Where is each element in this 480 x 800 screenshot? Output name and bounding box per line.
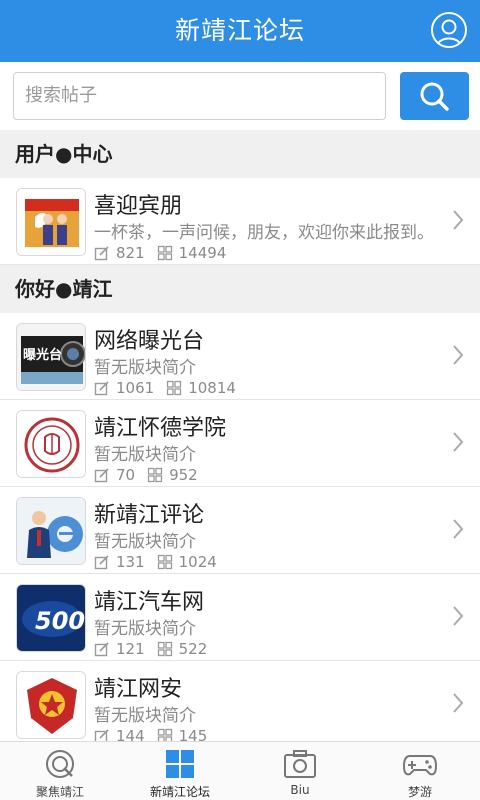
thread-count: 14494 — [178, 244, 227, 262]
thread-count-icon — [157, 641, 172, 657]
forum-thumbnail — [16, 410, 86, 478]
post-count-icon — [94, 381, 109, 396]
post-count-icon — [94, 246, 109, 261]
post-count: 821 — [116, 244, 145, 262]
search-icon — [420, 82, 449, 111]
forum-thumbnail — [16, 497, 86, 565]
forum-thumbnail: 曝光台 — [16, 323, 86, 391]
nav-label: 新靖江论坛 — [149, 785, 210, 799]
nav-item-forum[interactable]: 新靖江论坛 — [120, 742, 240, 800]
forum-item[interactable]: 靖江网安 暂无版块简介 144 145 — [0, 661, 480, 748]
nav-label: Biu — [290, 783, 310, 797]
chevron-right-icon — [453, 606, 464, 626]
forum-name: 靖江汽车网 — [94, 590, 205, 615]
thread-count: 10814 — [188, 379, 236, 397]
thread-count: 1024 — [178, 553, 217, 571]
forum-thumbnail — [16, 188, 86, 256]
post-count: 1061 — [116, 379, 155, 397]
bottom-nav: 聚焦靖江 新靖江论坛 Biu 梦游 — [0, 741, 480, 800]
nav-item-focus[interactable]: 聚焦靖江 — [0, 742, 120, 800]
nav-item-dream[interactable]: 梦游 — [360, 742, 480, 800]
section-header-user-center: 用户●中心 — [0, 130, 480, 178]
forum-description: 暂无版块简介 — [94, 445, 196, 465]
post-count: 121 — [116, 640, 145, 658]
grid-icon — [166, 750, 194, 778]
post-count-icon — [94, 555, 109, 570]
forum-stats: 70 952 — [94, 465, 198, 485]
forum-stats: 821 14494 — [94, 243, 226, 263]
search-bar: 搜索帖子 — [0, 62, 480, 130]
car-500-icon: 500 — [17, 585, 85, 651]
forum-name: 新靖江评论 — [94, 503, 205, 528]
forum-stats: 1061 10814 — [94, 378, 236, 398]
forum-description: 暂无版块简介 — [94, 619, 196, 639]
thread-count-icon — [157, 245, 172, 261]
college-seal-icon — [17, 411, 85, 477]
police-emblem-icon — [17, 672, 85, 738]
chevron-right-icon — [453, 210, 464, 230]
forum-description: 一杯茶，一声问候，朋友，欢迎你来此报到。 — [94, 223, 434, 243]
search-input[interactable]: 搜索帖子 — [13, 72, 386, 120]
post-count: 131 — [116, 553, 145, 571]
camera-icon — [284, 750, 316, 778]
forum-thumbnail — [16, 671, 86, 739]
nav-label: 梦游 — [407, 785, 432, 799]
app-header: 新靖江论坛 — [0, 0, 480, 62]
forum-description: 暂无版块简介 — [94, 358, 196, 378]
post-count-icon — [94, 642, 109, 657]
forum-item[interactable]: 喜迎宾朋 一杯茶，一声问候，朋友，欢迎你来此报到。 821 14494 — [0, 178, 480, 265]
forum-item[interactable]: 靖江怀德学院 暂无版块简介 70 952 — [0, 400, 480, 487]
page-title: 新靖江论坛 — [174, 16, 305, 45]
post-count: 70 — [116, 466, 136, 484]
forum-name: 网络曝光台 — [94, 329, 205, 354]
svg-text:500: 500 — [35, 607, 85, 635]
forum-thumbnail: 500 — [16, 584, 86, 652]
forum-stats: 121 522 — [94, 639, 207, 659]
thread-count: 952 — [169, 466, 198, 484]
forum-name: 靖江怀德学院 — [94, 416, 227, 441]
chevron-right-icon — [453, 519, 464, 539]
forum-item[interactable]: 曝光台 网络曝光台 暂无版块简介 1061 10814 — [0, 313, 480, 400]
forum-name: 靖江网安 — [94, 677, 183, 702]
nav-item-biu[interactable]: Biu — [240, 742, 360, 800]
forum-description: 暂无版块简介 — [94, 706, 196, 726]
forum-name: 喜迎宾朋 — [94, 194, 183, 219]
search-button[interactable] — [400, 72, 469, 120]
chevron-right-icon — [453, 432, 464, 452]
focus-icon — [46, 750, 74, 778]
chevron-right-icon — [453, 693, 464, 713]
thread-count-icon — [157, 554, 172, 570]
forum-stats: 131 1024 — [94, 552, 217, 572]
nav-label: 聚焦靖江 — [35, 785, 84, 799]
forum-item[interactable]: 新靖江评论 暂无版块简介 131 1024 — [0, 487, 480, 574]
section-header-hello-jingjiang: 你好●靖江 — [0, 265, 480, 313]
forum-description: 暂无版块简介 — [94, 532, 196, 552]
thread-count: 522 — [178, 640, 208, 658]
thread-count-icon — [167, 380, 182, 396]
thread-count-icon — [147, 467, 163, 483]
user-profile-button[interactable] — [431, 12, 467, 48]
forum-item[interactable]: 500 靖江汽车网 暂无版块简介 121 522 — [0, 574, 480, 661]
ie-commentator-icon — [17, 498, 85, 564]
chevron-right-icon — [453, 345, 464, 365]
svg-text:曝光台: 曝光台 — [23, 347, 62, 363]
welcome-icon — [17, 189, 85, 255]
gamepad-icon — [402, 755, 438, 776]
camera-exposure-icon: 曝光台 — [17, 324, 85, 390]
post-count-icon — [94, 468, 109, 483]
